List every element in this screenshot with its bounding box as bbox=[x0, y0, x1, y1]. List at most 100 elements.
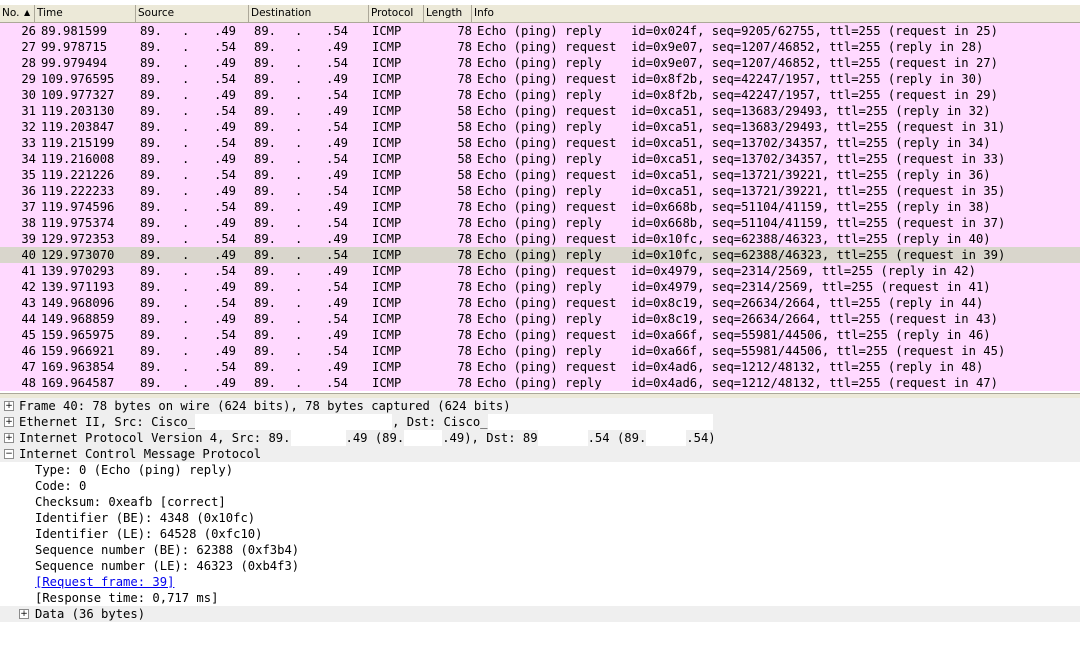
packet-source: .49 bbox=[214, 216, 237, 230]
packet-source: . bbox=[182, 168, 190, 182]
packet-row[interactable]: 31 119.203130 89.. .54 89.. .49 ICMP 58 Echo (pi… bbox=[0, 103, 1080, 119]
packet-info: Echo (ping) request id=0x8f2b, seq=42247… bbox=[477, 72, 984, 86]
packet-row[interactable]: 38 119.975374 89.. .49 89.. .54 ICMP 78 Echo (pi… bbox=[0, 215, 1080, 231]
packet-length: 58 bbox=[457, 168, 472, 182]
expand-plus-icon[interactable]: + bbox=[4, 417, 14, 427]
tree-item-icmp[interactable]: − Internet Control Message Protocol bbox=[0, 446, 1080, 462]
packet-row[interactable]: 44 149.968859 89.. .49 89.. .54 ICMP 78 Echo (pi… bbox=[0, 311, 1080, 327]
packet-destination: 89. bbox=[254, 184, 277, 198]
packet-time: 139.970293 bbox=[41, 264, 115, 278]
tree-item-request-frame[interactable]: [Request frame: 39] bbox=[0, 574, 1080, 590]
column-header-info[interactable]: Info bbox=[472, 5, 1080, 22]
packet-row[interactable]: 39 129.972353 89.. .54 89.. .49 ICMP 78 Echo (pi… bbox=[0, 231, 1080, 247]
packet-time: 109.976595 bbox=[41, 72, 115, 86]
packet-source: 89. bbox=[140, 344, 163, 358]
packet-row[interactable]: 46 159.966921 89.. .49 89.. .54 ICMP 78 Echo (pi… bbox=[0, 343, 1080, 359]
packet-row[interactable]: 37 119.974596 89.. .54 89.. .49 ICMP 78 Echo (pi… bbox=[0, 199, 1080, 215]
packet-row[interactable]: 29 109.976595 89.. .54 89.. .49 ICMP 78 Echo (pi… bbox=[0, 71, 1080, 87]
column-header-protocol[interactable]: Protocol bbox=[369, 5, 424, 22]
packet-destination: . bbox=[295, 280, 303, 294]
tree-item-icmp-field[interactable]: Type: 0 (Echo (ping) reply) bbox=[0, 462, 1080, 478]
packet-source: . bbox=[182, 312, 190, 326]
request-frame-link[interactable]: [Request frame: 39] bbox=[35, 574, 174, 590]
packet-details-tree[interactable]: + Frame 40: 78 bytes on wire (624 bits),… bbox=[0, 398, 1080, 647]
packet-length: 78 bbox=[457, 328, 472, 342]
packet-info: Echo (ping) reply id=0x8f2b, seq=42247/1… bbox=[477, 88, 998, 102]
tree-item-icmp-field[interactable]: Sequence number (BE): 62388 (0xf3b4) bbox=[0, 542, 1080, 558]
tree-item-response-time[interactable]: [Response time: 0,717 ms] bbox=[0, 590, 1080, 606]
packet-source: .54 bbox=[214, 168, 237, 182]
packet-protocol: ICMP bbox=[372, 280, 402, 294]
packet-destination: . bbox=[295, 40, 303, 54]
packet-row[interactable]: 26 89.981599 89.. .49 89.. .54 ICMP 78 Echo (pin… bbox=[0, 23, 1080, 39]
packet-source: 89. bbox=[140, 232, 163, 246]
tree-item-icmp-field[interactable]: Checksum: 0xeafb [correct] bbox=[0, 494, 1080, 510]
packet-destination: .54 bbox=[326, 312, 349, 326]
packet-row[interactable]: 42 139.971193 89.. .49 89.. .54 ICMP 78 Echo (pi… bbox=[0, 279, 1080, 295]
tree-item-ethernet[interactable]: + Ethernet II, Src: Cisco_ , Dst: Cisco_ bbox=[0, 414, 1080, 430]
packet-list[interactable]: 26 89.981599 89.. .49 89.. .54 ICMP 78 Echo (pin… bbox=[0, 23, 1080, 393]
packet-number: 31 bbox=[21, 104, 36, 118]
redacted-mac bbox=[195, 414, 393, 430]
packet-row[interactable]: 27 99.978715 89.. .54 89.. .49 ICMP 78 Echo (pin… bbox=[0, 39, 1080, 55]
tree-item-icmp-field[interactable]: Code: 0 bbox=[0, 478, 1080, 494]
packet-row[interactable]: 33 119.215199 89.. .54 89.. .49 ICMP 58 Echo (pi… bbox=[0, 135, 1080, 151]
tree-item-icmp-field[interactable]: Identifier (LE): 64528 (0xfc10) bbox=[0, 526, 1080, 542]
packet-row[interactable]: 28 99.979494 89.. .49 89.. .54 ICMP 78 Echo (pin… bbox=[0, 55, 1080, 71]
collapse-minus-icon[interactable]: − bbox=[4, 449, 14, 459]
redacted-ip bbox=[290, 430, 346, 446]
tree-item-icmp-field[interactable]: Sequence number (LE): 46323 (0xb4f3) bbox=[0, 558, 1080, 574]
packet-source: . bbox=[182, 136, 190, 150]
packet-destination: .49 bbox=[326, 232, 349, 246]
packet-number: 34 bbox=[21, 152, 36, 166]
packet-row[interactable]: 45 159.965975 89.. .54 89.. .49 ICMP 78 Echo (pi… bbox=[0, 327, 1080, 343]
packet-number: 39 bbox=[21, 232, 36, 246]
packet-row[interactable]: 35 119.221226 89.. .54 89.. .49 ICMP 58 Echo (pi… bbox=[0, 167, 1080, 183]
packet-row[interactable]: 43 149.968096 89.. .54 89.. .49 ICMP 78 Echo (pi… bbox=[0, 295, 1080, 311]
column-header-source[interactable]: Source bbox=[136, 5, 249, 22]
packet-row[interactable]: 36 119.222233 89.. .49 89.. .54 ICMP 58 Echo (pi… bbox=[0, 183, 1080, 199]
column-source-label: Source bbox=[138, 7, 175, 19]
packet-protocol: ICMP bbox=[372, 296, 402, 310]
column-header-time[interactable]: Time bbox=[35, 5, 136, 22]
packet-row-selected[interactable]: 40 129.973070 89.. .49 89.. .54 ICMP 78 Echo (pi… bbox=[0, 247, 1080, 263]
packet-source: 89. bbox=[140, 312, 163, 326]
tree-item-frame[interactable]: + Frame 40: 78 bytes on wire (624 bits),… bbox=[0, 398, 1080, 414]
packet-destination: .49 bbox=[326, 360, 349, 374]
redacted-mac bbox=[487, 414, 713, 430]
packet-row[interactable]: 34 119.216008 89.. .49 89.. .54 ICMP 58 Echo (pi… bbox=[0, 151, 1080, 167]
tree-item-data[interactable]: + Data (36 bytes) bbox=[0, 606, 1080, 622]
packet-source: . bbox=[182, 104, 190, 118]
packet-destination: . bbox=[295, 104, 303, 118]
packet-time: 89.981599 bbox=[41, 24, 108, 38]
packet-row[interactable]: 32 119.203847 89.. .49 89.. .54 ICMP 58 Echo (pi… bbox=[0, 119, 1080, 135]
packet-length: 58 bbox=[457, 120, 472, 134]
expand-plus-icon[interactable]: + bbox=[19, 609, 29, 619]
packet-row[interactable]: 30 109.977327 89.. .49 89.. .54 ICMP 78 Echo (pi… bbox=[0, 87, 1080, 103]
tree-item-icmp-field[interactable]: Identifier (BE): 4348 (0x10fc) bbox=[0, 510, 1080, 526]
expand-plus-icon[interactable]: + bbox=[4, 401, 14, 411]
packet-length: 58 bbox=[457, 184, 472, 198]
packet-info: Echo (ping) request id=0x668b, seq=51104… bbox=[477, 200, 991, 214]
expand-plus-icon[interactable]: + bbox=[4, 433, 14, 443]
packet-length: 78 bbox=[457, 232, 472, 246]
tree-item-ipv4[interactable]: + Internet Protocol Version 4, Src: 89. … bbox=[0, 430, 1080, 446]
packet-length: 78 bbox=[457, 56, 472, 70]
column-header-destination[interactable]: Destination bbox=[249, 5, 369, 22]
column-header-length[interactable]: Length bbox=[424, 5, 472, 22]
column-header-no[interactable]: No. ▲ bbox=[0, 5, 35, 22]
packet-length: 78 bbox=[457, 88, 472, 102]
column-length-label: Length bbox=[426, 7, 463, 19]
packet-row[interactable]: 47 169.963854 89.. .54 89.. .49 ICMP 78 Echo (pi… bbox=[0, 359, 1080, 375]
packet-time: 119.221226 bbox=[41, 168, 115, 182]
packet-source: 89. bbox=[140, 168, 163, 182]
packet-destination: .49 bbox=[326, 296, 349, 310]
packet-source: .49 bbox=[214, 56, 237, 70]
packet-number: 44 bbox=[21, 312, 36, 326]
packet-row[interactable]: 48 169.964587 89.. .49 89.. .54 ICMP 78 Echo (pi… bbox=[0, 375, 1080, 391]
packet-destination: . bbox=[295, 328, 303, 342]
packet-row[interactable]: 41 139.970293 89.. .54 89.. .49 ICMP 78 Echo (pi… bbox=[0, 263, 1080, 279]
packet-source: . bbox=[182, 72, 190, 86]
packet-info: Echo (ping) reply id=0xa66f, seq=55981/4… bbox=[477, 344, 1006, 358]
packet-source: 89. bbox=[140, 24, 163, 38]
